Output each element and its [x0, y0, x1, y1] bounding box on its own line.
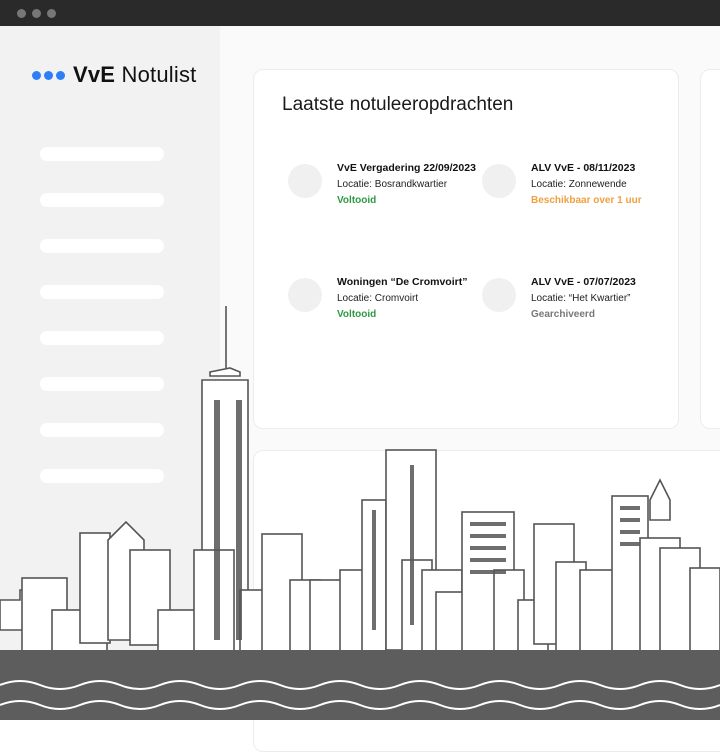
task-title: VvE Vergadering 22/09/2023 — [337, 162, 476, 174]
task-item[interactable]: VvE Vergadering 22/09/2023 Locatie: Bosr… — [288, 162, 478, 212]
window-close-dot[interactable] — [17, 9, 26, 18]
card-title: Laatste notuleeropdrachten — [282, 94, 514, 115]
sidebar-nav-item[interactable] — [40, 285, 164, 299]
task-status: Beschikbaar over 1 uur — [531, 195, 642, 206]
task-location: Locatie: Zonnewende — [531, 179, 627, 190]
task-status: Voltooid — [337, 195, 377, 206]
task-avatar — [482, 164, 516, 198]
city-skyline-illustration — [0, 306, 720, 720]
task-avatar — [288, 164, 322, 198]
sidebar-nav-item[interactable] — [40, 147, 164, 161]
app-name: VvE Notulist — [73, 62, 196, 88]
logo-dots-icon — [32, 70, 65, 80]
window-titlebar — [0, 0, 720, 26]
window-maximize-dot[interactable] — [47, 9, 56, 18]
sidebar-nav-item[interactable] — [40, 239, 164, 253]
task-title: ALV VvE - 08/11/2023 — [531, 162, 636, 174]
window-minimize-dot[interactable] — [32, 9, 41, 18]
task-location: Locatie: Bosrandkwartier — [337, 179, 448, 190]
sidebar-nav-item[interactable] — [40, 193, 164, 207]
task-item[interactable]: ALV VvE - 08/11/2023 Locatie: Zonnewende… — [482, 162, 678, 212]
app-name-rest: Notulist — [121, 62, 197, 87]
app-name-bold: VvE — [73, 62, 116, 87]
app-logo[interactable]: VvE Notulist — [32, 62, 196, 88]
task-title: Woningen “De Cromvoirt” — [337, 276, 468, 288]
task-title: ALV VvE - 07/07/2023 — [531, 276, 636, 288]
